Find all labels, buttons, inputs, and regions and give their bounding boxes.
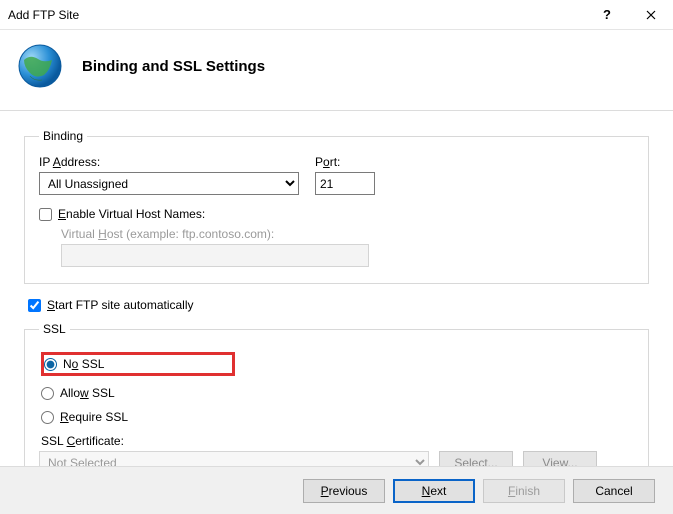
- finish-button: Finish: [483, 479, 565, 503]
- ip-address-label: IP Address:: [39, 155, 299, 169]
- cancel-button[interactable]: Cancel: [573, 479, 655, 503]
- enable-vhost-checkbox[interactable]: [39, 208, 52, 221]
- help-button[interactable]: ?: [585, 0, 629, 30]
- page-title: Binding and SSL Settings: [82, 58, 265, 75]
- vhost-label: Virtual Host (example: ftp.contoso.com):: [61, 227, 634, 241]
- require-ssl-label: Require SSL: [60, 410, 128, 424]
- vhost-input: [61, 244, 369, 267]
- auto-start-label: Start FTP site automatically: [47, 298, 194, 312]
- globe-icon: [16, 42, 64, 90]
- ssl-cert-label: SSL Certificate:: [41, 434, 634, 448]
- enable-vhost-label: Enable Virtual Host Names:: [58, 207, 205, 221]
- window-title: Add FTP Site: [8, 8, 585, 22]
- ip-address-select[interactable]: All Unassigned: [39, 172, 299, 195]
- previous-button[interactable]: Previous: [303, 479, 385, 503]
- no-ssl-label: No SSL: [63, 357, 104, 371]
- close-button[interactable]: [629, 0, 673, 30]
- auto-start-checkbox[interactable]: [28, 299, 41, 312]
- close-icon: [646, 10, 656, 20]
- no-ssl-radio[interactable]: [44, 358, 57, 371]
- next-button[interactable]: Next: [393, 479, 475, 503]
- content-area: Binding IP Address: All Unassigned Port:…: [0, 111, 673, 491]
- port-input[interactable]: [315, 172, 375, 195]
- require-ssl-radio[interactable]: [41, 411, 54, 424]
- binding-legend: Binding: [39, 129, 87, 143]
- title-bar: Add FTP Site ?: [0, 0, 673, 30]
- no-ssl-highlight: No SSL: [41, 352, 235, 376]
- wizard-footer: Previous Next Finish Cancel: [0, 466, 673, 514]
- wizard-header: Binding and SSL Settings: [0, 30, 673, 110]
- allow-ssl-label: Allow SSL: [60, 386, 115, 400]
- binding-group: Binding IP Address: All Unassigned Port:…: [24, 129, 649, 284]
- ssl-legend: SSL: [39, 322, 70, 336]
- allow-ssl-radio[interactable]: [41, 387, 54, 400]
- port-label: Port:: [315, 155, 375, 169]
